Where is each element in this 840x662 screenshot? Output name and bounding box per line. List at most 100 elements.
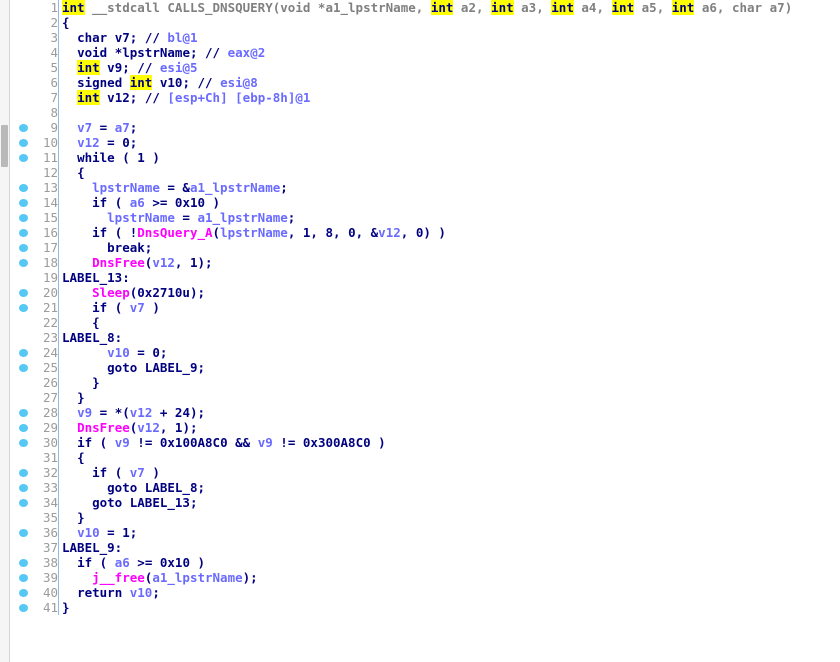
breakpoint-dot-icon[interactable] [19,529,28,537]
code-line[interactable]: 26 } [10,375,840,390]
code-text[interactable]: DnsFree(v12, 1); [59,420,840,435]
code-text[interactable]: goto LABEL_8; [59,480,840,495]
breakpoint-gutter[interactable] [10,240,35,255]
breakpoint-dot-icon[interactable] [19,469,28,477]
code-line[interactable]: 8 [10,105,840,120]
code-line[interactable]: 40 return v10; [10,585,840,600]
code-line[interactable]: 14 if ( a6 >= 0x10 ) [10,195,840,210]
breakpoint-gutter[interactable] [10,600,35,615]
breakpoint-gutter[interactable] [10,480,35,495]
scrollbar-track[interactable] [0,0,9,662]
code-line[interactable]: 2{ [10,15,840,30]
code-text[interactable]: j__free(a1_lpstrName); [59,570,840,585]
code-line[interactable]: 23 LABEL_8: [10,330,840,345]
breakpoint-gutter[interactable] [10,585,35,600]
code-line[interactable]: 36 v10 = 1; [10,525,840,540]
breakpoint-dot-icon[interactable] [19,499,28,507]
breakpoint-dot-icon[interactable] [19,424,28,432]
code-line[interactable]: 6 signed int v10; // esi@8 [10,75,840,90]
breakpoint-gutter[interactable] [10,390,35,405]
breakpoint-gutter[interactable] [10,315,35,330]
code-text[interactable]: char v7; // bl@1 [59,30,840,45]
breakpoint-gutter[interactable] [10,450,35,465]
pseudocode-editor[interactable]: 1 int __stdcall CALLS_DNSQUERY(void *a1_l… [10,0,840,662]
breakpoint-gutter[interactable] [10,165,35,180]
breakpoint-dot-icon[interactable] [19,154,28,162]
breakpoint-dot-icon[interactable] [19,184,28,192]
breakpoint-gutter[interactable] [10,495,35,510]
code-line[interactable]: 34 goto LABEL_13; [10,495,840,510]
scrollbar-thumb[interactable] [1,125,8,167]
code-line[interactable]: 38 if ( a6 >= 0x10 ) [10,555,840,570]
code-text[interactable]: if ( v9 != 0x100A8C0 && v9 != 0x300A8C0 … [59,435,840,450]
breakpoint-gutter[interactable] [10,90,35,105]
code-line[interactable]: 9 v7 = a7; [10,120,840,135]
breakpoint-dot-icon[interactable] [19,589,28,597]
breakpoint-gutter[interactable] [10,15,35,30]
code-line[interactable]: 18 DnsFree(v12, 1); [10,255,840,270]
breakpoint-gutter[interactable] [10,510,35,525]
code-line[interactable]: 12 { [10,165,840,180]
code-text[interactable]: if ( !DnsQuery_A(lpstrName, 1, 8, 0, &v1… [59,225,840,240]
breakpoint-dot-icon[interactable] [19,199,28,207]
code-line[interactable]: 29 DnsFree(v12, 1); [10,420,840,435]
code-line[interactable]: 25 goto LABEL_9; [10,360,840,375]
code-text[interactable]: if ( v7 ) [59,465,840,480]
breakpoint-dot-icon[interactable] [19,124,28,132]
breakpoint-gutter[interactable] [10,285,35,300]
code-text[interactable]: v12 = 0; [59,135,840,150]
code-text[interactable]: if ( v7 ) [59,300,840,315]
breakpoint-dot-icon[interactable] [19,139,28,147]
breakpoint-dot-icon[interactable] [19,259,28,267]
code-line[interactable]: 30 if ( v9 != 0x100A8C0 && v9 != 0x300A8… [10,435,840,450]
code-text[interactable]: { [59,15,840,30]
code-line[interactable]: 28 v9 = *(v12 + 24); [10,405,840,420]
breakpoint-gutter[interactable] [10,405,35,420]
code-line[interactable]: 16 if ( !DnsQuery_A(lpstrName, 1, 8, 0, … [10,225,840,240]
code-text[interactable]: break; [59,240,840,255]
code-text[interactable]: int __stdcall CALLS_DNSQUERY(void *a1_lp… [59,0,840,15]
code-line[interactable]: 39 j__free(a1_lpstrName); [10,570,840,585]
code-line[interactable]: 7 int v12; // [esp+Ch] [ebp-8h]@1 [10,90,840,105]
breakpoint-gutter[interactable] [10,30,35,45]
code-line[interactable]: 21 if ( v7 ) [10,300,840,315]
breakpoint-gutter[interactable] [10,525,35,540]
breakpoint-gutter[interactable] [10,555,35,570]
breakpoint-gutter[interactable] [10,255,35,270]
code-text[interactable]: lpstrName = &a1_lpstrName; [59,180,840,195]
breakpoint-dot-icon[interactable] [19,604,28,612]
code-line[interactable]: 24 v10 = 0; [10,345,840,360]
code-line[interactable]: 4 void *lpstrName; // eax@2 [10,45,840,60]
code-line[interactable]: 11 while ( 1 ) [10,150,840,165]
code-text[interactable]: void *lpstrName; // eax@2 [59,45,840,60]
breakpoint-gutter[interactable] [10,435,35,450]
code-line[interactable]: 10 v12 = 0; [10,135,840,150]
breakpoint-gutter[interactable] [10,0,35,15]
code-line[interactable]: 22 { [10,315,840,330]
code-text[interactable]: return v10; [59,585,840,600]
breakpoint-gutter[interactable] [10,225,35,240]
code-line[interactable]: 41} [10,600,840,615]
code-line[interactable]: 20 Sleep(0x2710u); [10,285,840,300]
breakpoint-gutter[interactable] [10,375,35,390]
breakpoint-gutter[interactable] [10,465,35,480]
code-text[interactable]: if ( a6 >= 0x10 ) [59,195,840,210]
code-text[interactable]: int v12; // [esp+Ch] [ebp-8h]@1 [59,90,840,105]
breakpoint-dot-icon[interactable] [19,364,28,372]
breakpoint-gutter[interactable] [10,210,35,225]
code-line[interactable]: 33 goto LABEL_8; [10,480,840,495]
code-line[interactable]: 35 } [10,510,840,525]
code-text[interactable]: if ( a6 >= 0x10 ) [59,555,840,570]
breakpoint-dot-icon[interactable] [19,484,28,492]
code-text[interactable]: } [59,510,840,525]
code-text[interactable]: } [59,600,840,615]
breakpoint-dot-icon[interactable] [19,559,28,567]
code-text[interactable]: v9 = *(v12 + 24); [59,405,840,420]
vertical-scrollbar[interactable] [0,0,10,662]
code-line[interactable]: 5 int v9; // esi@5 [10,60,840,75]
breakpoint-gutter[interactable] [10,75,35,90]
code-text[interactable]: { [59,315,840,330]
code-text[interactable]: goto LABEL_13; [59,495,840,510]
breakpoint-gutter[interactable] [10,420,35,435]
code-line[interactable]: 1 int __stdcall CALLS_DNSQUERY(void *a1_l… [10,0,840,15]
